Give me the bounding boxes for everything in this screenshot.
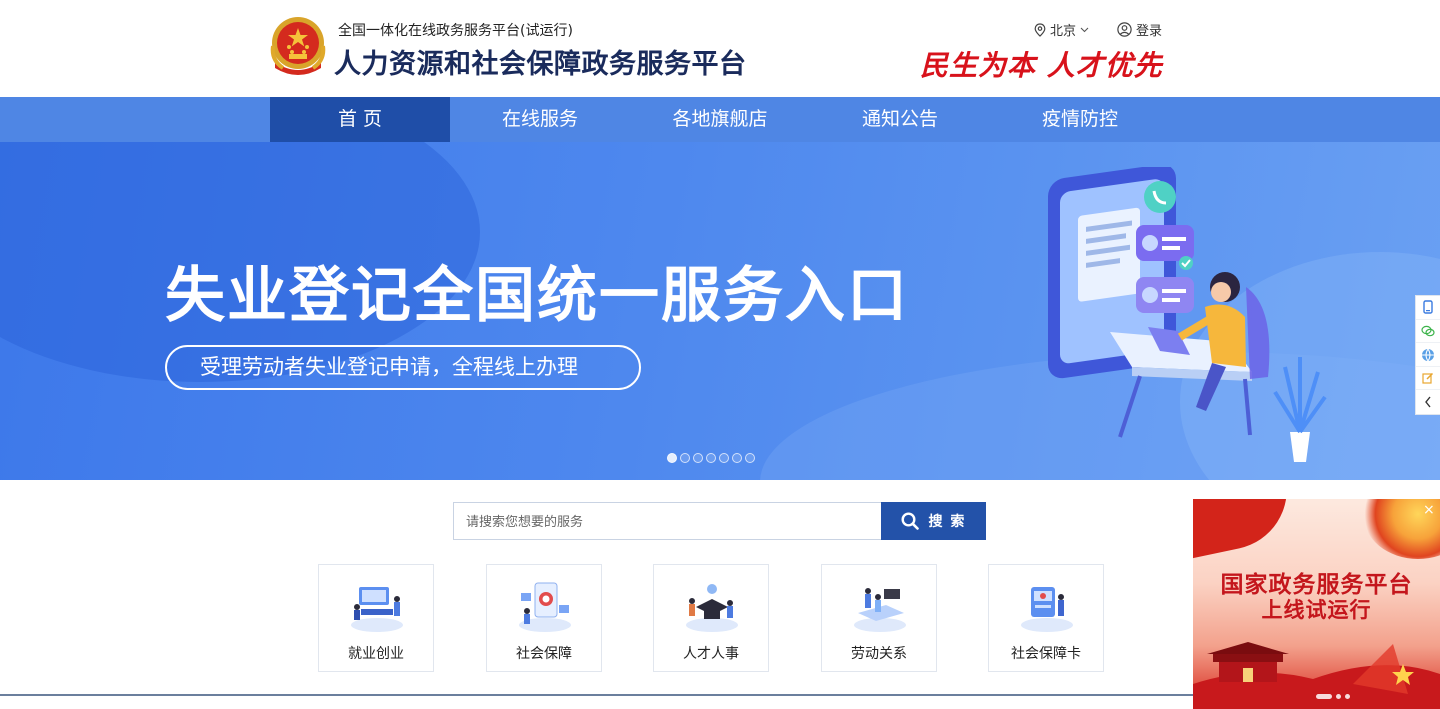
location-pin-icon	[1034, 22, 1046, 37]
page: 全国一体化在线政务服务平台(试运行) 人力资源和社会保障政务服务平台 北京 登录…	[0, 0, 1440, 709]
login-link[interactable]: 登录	[1117, 20, 1162, 39]
nav-item-home[interactable]: 首 页	[270, 97, 450, 142]
nav-item-local-stores[interactable]: 各地旗舰店	[630, 97, 810, 142]
carousel-dot[interactable]	[1345, 694, 1350, 699]
login-label: 登录	[1136, 24, 1163, 39]
banner-tagline[interactable]: 受理劳动者失业登记申请，全程线上办理	[165, 345, 641, 390]
category-label: 社会保障卡	[1011, 646, 1081, 662]
section-divider	[0, 694, 1193, 696]
carousel-dot[interactable]	[745, 453, 755, 463]
carousel-dot[interactable]	[1316, 694, 1332, 699]
collapse-arrow-icon	[1425, 396, 1431, 408]
employment-icon	[351, 587, 403, 632]
mobile-app-button[interactable]	[1415, 296, 1440, 320]
category-card-talent[interactable]: 人才人事	[653, 564, 769, 672]
search-button[interactable]: 搜 索	[881, 502, 986, 540]
globe-icon	[1422, 348, 1434, 362]
main-nav: 首 页 在线服务 各地旗舰店 通知公告 疫情防控	[0, 97, 1440, 142]
category-label: 社会保障	[516, 646, 572, 662]
platform-launch-popup[interactable]: × 国家政务服务平台 上线试运行	[1193, 499, 1440, 709]
carousel-dot[interactable]	[667, 453, 677, 463]
mobile-icon	[1423, 300, 1433, 314]
hero-banner[interactable]: 失业登记全国统一服务入口 受理劳动者失业登记申请，全程线上办理	[0, 142, 1440, 480]
category-card-security-card[interactable]: 社会保障卡	[988, 564, 1104, 672]
nav-item-notices[interactable]: 通知公告	[810, 97, 990, 142]
feedback-button[interactable]	[1415, 367, 1440, 391]
category-label: 劳动关系	[851, 646, 907, 662]
user-icon	[1117, 22, 1132, 37]
weibo-button[interactable]	[1415, 343, 1440, 367]
chevron-down-icon	[1080, 27, 1089, 32]
carousel-dot[interactable]	[732, 453, 742, 463]
online-service-illustration	[1048, 167, 1327, 462]
slogan: 民生为本 人才优先	[920, 49, 1163, 82]
carousel-dot[interactable]	[706, 453, 716, 463]
category-card-social-security[interactable]: 社会保障	[486, 564, 602, 672]
search-icon	[901, 512, 919, 530]
popup-subtitle: 上线试运行	[1261, 598, 1372, 622]
popup-carousel-dots	[1316, 694, 1350, 699]
banner-carousel-dots	[667, 453, 755, 463]
category-card-labor-relations[interactable]: 劳动关系	[821, 564, 937, 672]
service-search-input[interactable]	[453, 502, 882, 540]
carousel-dot[interactable]	[1336, 694, 1341, 699]
category-label: 就业创业	[348, 646, 404, 662]
national-emblem-icon	[270, 17, 326, 75]
carousel-dot[interactable]	[719, 453, 729, 463]
search-button-label: 搜 索	[928, 513, 967, 529]
banner-headline: 失业登记全国统一服务入口	[165, 261, 909, 331]
site-title[interactable]: 人力资源和社会保障政务服务平台	[334, 42, 747, 81]
category-label: 人才人事	[683, 646, 739, 662]
category-card-employment[interactable]: 就业创业	[318, 564, 434, 672]
collapse-toolbar-button[interactable]	[1416, 390, 1440, 414]
nav-item-online-services[interactable]: 在线服务	[450, 97, 630, 142]
floating-toolbar	[1415, 295, 1440, 415]
social-security-icon	[519, 582, 571, 632]
red-flag-decoration	[1193, 499, 1298, 561]
region-selector[interactable]: 北京	[1034, 20, 1089, 39]
site-header: 全国一体化在线政务服务平台(试运行) 人力资源和社会保障政务服务平台 北京 登录…	[0, 0, 1440, 97]
carousel-dot[interactable]	[680, 453, 690, 463]
carousel-dot[interactable]	[693, 453, 703, 463]
popup-close-icon[interactable]: ×	[1423, 502, 1435, 518]
labor-relations-icon	[854, 588, 906, 632]
edit-icon	[1422, 373, 1434, 384]
wechat-icon	[1421, 325, 1435, 337]
platform-subtitle: 全国一体化在线政务服务平台(试运行)	[338, 23, 573, 39]
talent-icon	[686, 584, 738, 632]
wechat-button[interactable]	[1415, 320, 1440, 344]
region-label: 北京	[1050, 24, 1077, 39]
nav-item-epidemic-control[interactable]: 疫情防控	[990, 97, 1170, 142]
security-card-icon	[1021, 587, 1073, 632]
